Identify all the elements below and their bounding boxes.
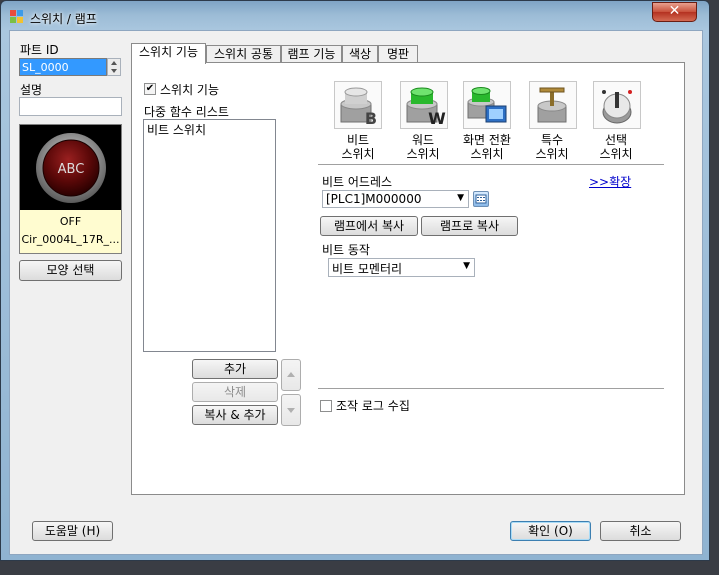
selector-switch-label: 선택 스위치: [599, 133, 633, 161]
app-icon: [10, 10, 23, 23]
expand-link[interactable]: >>확장: [589, 173, 631, 190]
address-keypad-button[interactable]: [473, 191, 489, 207]
multi-function-list[interactable]: 비트 스위치: [143, 119, 276, 352]
copy-to-lamp-button[interactable]: 램프로 복사: [421, 216, 518, 236]
screen-change-switch-label: 화면 전환 스위치: [463, 133, 511, 161]
bit-switch-icon: B: [340, 87, 377, 128]
add-button[interactable]: 추가: [192, 359, 278, 379]
move-up-button[interactable]: [281, 359, 301, 391]
preview-shape-name: Cir_0004L_17R_...: [21, 233, 120, 246]
dropdown-arrow-icon: ▼: [463, 261, 470, 271]
bit-address-combo[interactable]: [PLC1]M000000 ▼: [322, 190, 469, 208]
keypad-icon: [475, 194, 487, 204]
parts-id-value: SL_0000: [22, 61, 69, 74]
tab-switch-function[interactable]: 스위치 기능: [131, 43, 206, 64]
arrow-down-icon: [287, 408, 295, 413]
word-switch-icon: W: [406, 87, 446, 128]
window-title: 스위치 / 램프: [30, 12, 97, 26]
checkmark-icon: ✔: [145, 83, 155, 94]
copy-and-add-button[interactable]: 복사 & 추가: [192, 405, 278, 425]
parts-id-label: 파트 ID: [20, 43, 59, 57]
close-icon: ✕: [668, 3, 681, 19]
dialog-window: 스위치 / 램프 ✕ 파트 ID SL_0000 설명 ABC OFF Cir_…: [0, 0, 710, 561]
switch-function-checkbox-label: 스위치 기능: [160, 83, 220, 97]
spinner-arrows-icon: [111, 61, 117, 73]
arrow-up-icon: [287, 372, 295, 377]
switch-function-checkbox[interactable]: ✔: [144, 83, 156, 95]
lamp-preview-icon: ABC: [36, 133, 106, 203]
tab-switch-common[interactable]: 스위치 공통: [206, 45, 281, 63]
bit-switch-label: 비트 스위치: [341, 133, 375, 161]
help-button[interactable]: 도움말 (H): [32, 521, 113, 541]
description-label: 설명: [20, 83, 43, 97]
separator-bottom: [318, 388, 664, 390]
copy-from-lamp-button[interactable]: 램프에서 복사: [320, 216, 418, 236]
tab-label[interactable]: 명판: [378, 45, 418, 63]
delete-button[interactable]: 삭제: [192, 382, 278, 402]
bit-action-value: 비트 모멘터리: [332, 262, 403, 276]
parts-id-spinner[interactable]: [107, 58, 121, 76]
operation-log-checkbox[interactable]: [320, 400, 332, 412]
svg-text:W: W: [428, 109, 446, 128]
list-item[interactable]: 비트 스위치: [147, 121, 272, 138]
selector-switch-icon: [602, 90, 632, 124]
shape-preview: ABC OFF Cir_0004L_17R_...: [19, 124, 122, 254]
separator-top: [318, 164, 664, 166]
special-switch-label: 특수 스위치: [535, 133, 569, 161]
preview-caption: OFF Cir_0004L_17R_...: [20, 210, 121, 253]
special-switch-icon: [537, 87, 567, 123]
bit-switch-tile[interactable]: B: [334, 81, 382, 129]
select-shape-button[interactable]: 모양 선택: [19, 260, 122, 281]
dialog-client-area: 파트 ID SL_0000 설명 ABC OFF Cir_0004L_17R_.…: [9, 30, 703, 555]
multi-function-list-label: 다중 함수 리스트: [144, 105, 229, 119]
dropdown-arrow-icon: ▼: [457, 193, 464, 203]
preview-state: OFF: [59, 215, 82, 228]
close-button[interactable]: ✕: [652, 2, 697, 22]
svg-text:B: B: [365, 109, 377, 128]
screen-change-switch-tile[interactable]: [463, 81, 511, 129]
word-switch-tile[interactable]: W: [400, 81, 448, 129]
preview-text: ABC: [58, 162, 85, 177]
description-field[interactable]: [19, 97, 122, 116]
tab-lamp-function[interactable]: 램프 기능: [281, 45, 342, 63]
bit-address-label: 비트 어드레스: [322, 175, 393, 189]
word-switch-label: 워드 스위치: [406, 133, 440, 161]
special-switch-tile[interactable]: [529, 81, 577, 129]
ok-button[interactable]: 확인 (O): [510, 521, 591, 541]
bit-action-combo[interactable]: 비트 모멘터리 ▼: [328, 258, 475, 277]
selector-switch-tile[interactable]: [593, 81, 641, 129]
cancel-button[interactable]: 취소: [600, 521, 681, 541]
switch-function-panel: ✔ 스위치 기능 다중 함수 리스트 비트 스위치 추가 삭제 복사 & 추가: [131, 62, 685, 495]
parts-id-field[interactable]: SL_0000: [19, 58, 107, 76]
move-down-button[interactable]: [281, 394, 301, 426]
bit-action-label: 비트 동작: [322, 243, 370, 257]
screen-change-switch-icon: [467, 87, 507, 123]
bit-address-value: [PLC1]M000000: [326, 192, 422, 206]
tab-color[interactable]: 색상: [342, 45, 378, 63]
operation-log-label: 조작 로그 수집: [336, 399, 410, 413]
